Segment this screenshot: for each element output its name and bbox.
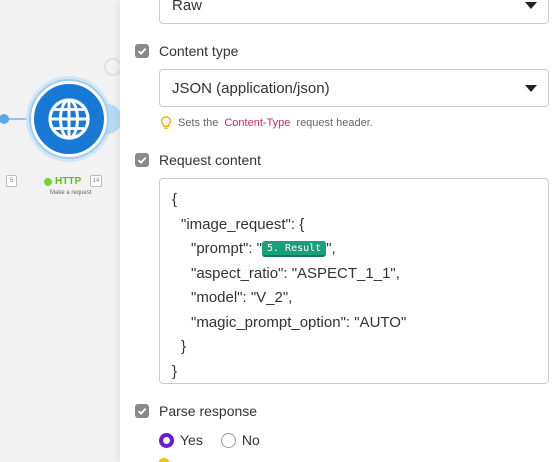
content-type-checkbox[interactable]	[135, 44, 149, 58]
code-line: "model": "V_2",	[191, 289, 293, 306]
chevron-down-icon	[525, 2, 537, 9]
parse-response-radio-group: Yes No	[159, 432, 260, 448]
chevron-down-icon	[525, 85, 537, 92]
module-left-tag: 5	[6, 175, 17, 187]
check-icon	[137, 156, 147, 164]
hint-suffix: request header.	[296, 117, 373, 129]
module-settings-panel: Raw Content type JSON (application/json)…	[120, 0, 555, 462]
parse-body-select-value: Raw	[172, 0, 203, 14]
radio-yes[interactable]	[159, 432, 174, 448]
request-content-checkbox[interactable]	[135, 153, 149, 167]
content-type-select-value: JSON (application/json)	[172, 79, 330, 97]
module-id-badge: 14	[90, 175, 102, 187]
code-line: }	[181, 338, 187, 355]
next-field-indicator	[159, 458, 169, 462]
code-line: "aspect_ratio": "ASPECT_1_1",	[191, 264, 400, 282]
code-line: }	[172, 362, 178, 380]
radio-no[interactable]	[220, 432, 236, 448]
lightbulb-icon	[160, 116, 172, 129]
status-dot	[44, 177, 52, 186]
module-ghost-handle	[104, 58, 120, 76]
check-icon	[137, 407, 147, 415]
parse-body-select[interactable]: Raw	[159, 0, 549, 24]
module-subtitle: Make a request	[50, 190, 92, 196]
code-line: "magic_prompt_option": "AUTO"	[191, 313, 407, 331]
parse-response-checkbox[interactable]	[135, 404, 149, 418]
connection-dot[interactable]	[0, 114, 9, 124]
content-type-label-text: Content type	[159, 43, 239, 59]
prompt-key: "prompt": "	[191, 240, 262, 257]
radio-yes-label[interactable]: Yes	[180, 432, 203, 448]
code-line-prompt: "prompt": " 5. Result ",	[172, 237, 548, 262]
module-name-label: HTTP	[55, 176, 82, 187]
module-name: HTTP	[44, 176, 81, 187]
code-line: {	[172, 191, 178, 208]
content-type-hint: Sets the Content-Type request header.	[160, 116, 373, 130]
hint-code: Content-Type	[224, 117, 291, 129]
hint-prefix: Sets the	[178, 117, 219, 129]
prompt-end: ",	[326, 240, 336, 257]
parse-response-label-text: Parse response	[159, 403, 258, 419]
request-content-label: Request content	[135, 152, 261, 168]
http-module[interactable]	[31, 81, 107, 157]
request-content-label-text: Request content	[159, 152, 261, 168]
globe-icon	[48, 98, 90, 140]
parse-response-label: Parse response	[135, 403, 257, 419]
radio-no-label[interactable]: No	[242, 432, 260, 448]
code-line: "image_request": {	[181, 215, 305, 233]
mapped-value-pill[interactable]: 5. Result	[262, 241, 327, 257]
request-content-editor[interactable]: { "image_request": { "prompt": " 5. Resul…	[159, 178, 549, 384]
check-icon	[137, 47, 147, 55]
scenario-canvas[interactable]: 5 HTTP 14 Make a request	[0, 0, 120, 462]
content-type-label: Content type	[135, 43, 238, 59]
content-type-select[interactable]: JSON (application/json)	[159, 69, 549, 107]
